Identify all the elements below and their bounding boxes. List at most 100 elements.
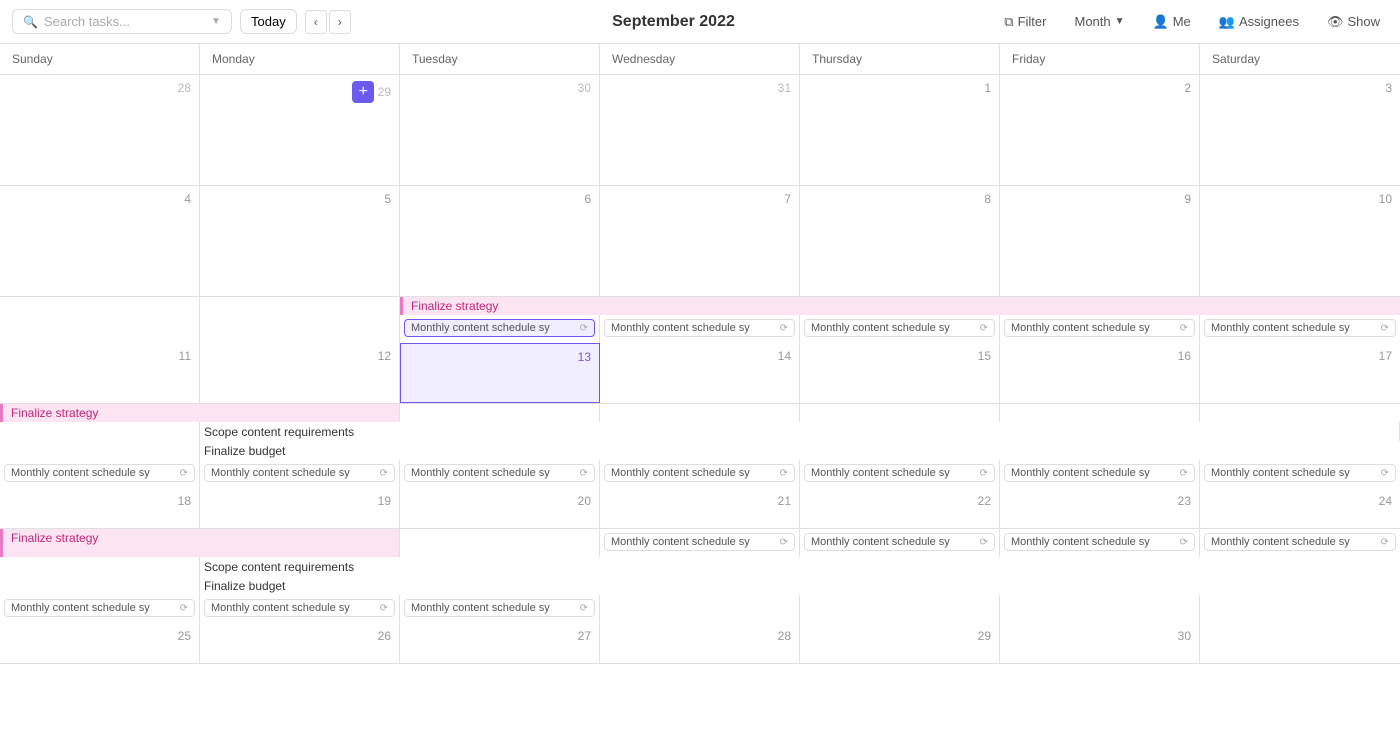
add-event-button[interactable]: + [352, 81, 374, 103]
chips-row-week3: Monthly content schedule sy ⟳ Monthly co… [0, 315, 1400, 343]
monthly-chip-w5-tue[interactable]: Monthly content schedule sy ⟳ [404, 599, 595, 617]
sync-icon-w5-wed: ⟳ [780, 537, 788, 548]
prev-arrow[interactable]: ‹ [305, 10, 327, 34]
chips-row-week5: Monthly content schedule sy ⟳ Monthly co… [0, 595, 1400, 623]
day-num-13: 13 [405, 348, 595, 366]
finalize-strategy-bar-week3[interactable]: Finalize strategy [400, 297, 1400, 315]
next-arrow[interactable]: › [329, 10, 351, 34]
day-num-17: 17 [1204, 347, 1396, 365]
search-placeholder: Search tasks... [44, 14, 130, 29]
day-20: 20 [400, 488, 600, 528]
chip-tue-6: Monthly content schedule sy ⟳ [400, 315, 600, 343]
filter-icon: ⧉ [1004, 14, 1013, 30]
day-num-19: 19 [204, 492, 395, 510]
day-num-22: 22 [804, 492, 995, 510]
monthly-chip-w4-thu[interactable]: Monthly content schedule sy ⟳ [804, 464, 995, 482]
day-sep-1: 1 [800, 75, 1000, 185]
day-sep-2: 2 [1000, 75, 1200, 185]
finalize-strategy-bar-week4[interactable]: Finalize strategy [0, 404, 400, 422]
day-11: 11 [0, 343, 200, 403]
header-tuesday: Tuesday [400, 44, 600, 74]
finalize-budget-w5-text[interactable]: Finalize budget [200, 576, 1400, 595]
monthly-chip-w4-sat[interactable]: Monthly content schedule sy ⟳ [1204, 464, 1396, 482]
sync-icon-w5-sun: ⟳ [180, 603, 188, 614]
monthly-chip-tue[interactable]: Monthly content schedule sy ⟳ [404, 319, 595, 337]
sync-icon-w4-fri: ⟳ [1180, 468, 1188, 479]
monthly-chip-fri[interactable]: Monthly content schedule sy ⟳ [1004, 319, 1195, 337]
monthly-chip-w5-wed[interactable]: Monthly content schedule sy ⟳ [604, 533, 795, 551]
monthly-chip-sat[interactable]: Monthly content schedule sy ⟳ [1204, 319, 1396, 337]
show-button[interactable]: 👁 Show [1319, 10, 1388, 34]
assignees-button[interactable]: 👥 Assignees [1211, 10, 1307, 34]
monthly-chip-w4-fri[interactable]: Monthly content schedule sy ⟳ [1004, 464, 1195, 482]
chip-w5-thu2 [800, 595, 1000, 623]
day-18: 18 [0, 488, 200, 528]
scope-w5-text[interactable]: Scope content requirements [200, 557, 1400, 576]
day-num-28: 28 [4, 79, 195, 97]
budget-w5-sun [0, 576, 200, 595]
day-sep-3: 3 [1200, 75, 1400, 185]
day-num-24: 24 [1204, 492, 1396, 510]
monthly-chip-w5-sat[interactable]: Monthly content schedule sy ⟳ [1204, 533, 1396, 551]
day-29[interactable]: + 29 [200, 75, 400, 185]
month-dropdown-icon: ▼ [1115, 16, 1125, 27]
scope-row-week5: Scope content requirements [0, 557, 1400, 576]
week-5-daynums: 25 26 27 28 29 30 [0, 623, 1400, 663]
day-30: 30 [400, 75, 600, 185]
day-8: 8 [800, 186, 1000, 296]
day-17: 17 [1200, 343, 1400, 403]
calendar-body: 28 + 29 30 31 1 2 [0, 75, 1400, 737]
month-button[interactable]: Month ▼ [1066, 10, 1132, 33]
day-15: 15 [800, 343, 1000, 403]
monthly-chip-wed[interactable]: Monthly content schedule sy ⟳ [604, 319, 795, 337]
search-box[interactable]: 🔍 Search tasks... ▼ [12, 9, 232, 34]
scope-content-text[interactable]: Scope content requirements [200, 422, 1400, 441]
day-num-12: 12 [204, 347, 395, 365]
span-row-week4-finalize: Finalize strategy [0, 404, 1400, 422]
finalize-budget-text[interactable]: Finalize budget [200, 441, 1400, 460]
day-num-18: 18 [4, 492, 195, 510]
chip-w4-fri: Monthly content schedule sy ⟳ [1000, 460, 1200, 488]
finalize-strategy-bar-week5[interactable]: Finalize strategy [0, 529, 400, 557]
week-1-cells: 28 + 29 30 31 1 2 [0, 75, 1400, 185]
today-button[interactable]: Today [240, 9, 297, 34]
calendar: Sunday Monday Tuesday Wednesday Thursday… [0, 44, 1400, 737]
nav-arrows: ‹ › [305, 10, 351, 34]
me-label: Me [1173, 14, 1191, 29]
chip-sat-10: Monthly content schedule sy ⟳ [1200, 315, 1400, 343]
scope-sun [0, 422, 200, 441]
header-thursday: Thursday [800, 44, 1000, 74]
day-29-sep: 29 [800, 623, 1000, 663]
budget-row-week4: Finalize budget [0, 441, 1400, 460]
chip-w5-wed: Monthly content schedule sy ⟳ [600, 529, 800, 557]
filter-button[interactable]: ⧉ Filter [996, 10, 1054, 34]
week-3-daynums: 11 12 13 14 15 16 17 [0, 343, 1400, 403]
span-wed-empty-w4 [600, 404, 800, 422]
monthly-chip-w4-sun[interactable]: Monthly content schedule sy ⟳ [4, 464, 195, 482]
sync-icon-w5-sat: ⟳ [1381, 537, 1389, 548]
monthly-chip-w5-sun[interactable]: Monthly content schedule sy ⟳ [4, 599, 195, 617]
dropdown-icon[interactable]: ▼ [211, 16, 221, 27]
chip-w5-wed2 [600, 595, 800, 623]
day-4: 4 [0, 186, 200, 296]
day-num-14: 14 [604, 347, 795, 365]
header-friday: Friday [1000, 44, 1200, 74]
chip-sun-empty [0, 315, 200, 343]
monthly-chip-w4-wed[interactable]: Monthly content schedule sy ⟳ [604, 464, 795, 482]
day-num-16: 16 [1004, 347, 1195, 365]
span-sat-empty-w4 [1200, 404, 1400, 422]
monthly-chip-w5-thu[interactable]: Monthly content schedule sy ⟳ [804, 533, 995, 551]
day-27: 27 [400, 623, 600, 663]
monthly-chip-w4-mon[interactable]: Monthly content schedule sy ⟳ [204, 464, 395, 482]
monthly-chip-w5-mon[interactable]: Monthly content schedule sy ⟳ [204, 599, 395, 617]
week-row-4: Finalize strategy Scope content requirem… [0, 404, 1400, 529]
budget-sun [0, 441, 200, 460]
day-19: 19 [200, 488, 400, 528]
header-wednesday: Wednesday [600, 44, 800, 74]
monthly-chip-thu[interactable]: Monthly content schedule sy ⟳ [804, 319, 995, 337]
chip-thu-8: Monthly content schedule sy ⟳ [800, 315, 1000, 343]
monthly-chip-w5-fri[interactable]: Monthly content schedule sy ⟳ [1004, 533, 1195, 551]
monthly-chip-w4-tue[interactable]: Monthly content schedule sy ⟳ [404, 464, 595, 482]
day-num-29: + 29 [204, 79, 395, 105]
me-button[interactable]: 👤 Me [1145, 10, 1199, 34]
